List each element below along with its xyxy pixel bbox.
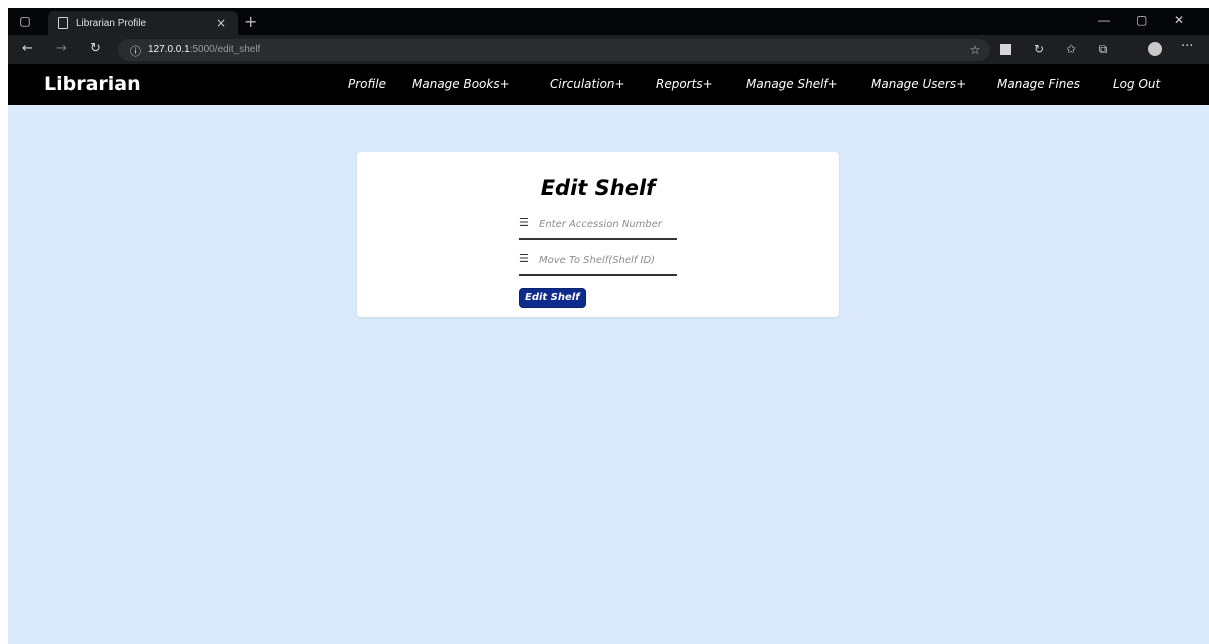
favorite-star-icon[interactable]: ☆ <box>968 43 982 57</box>
nav-item-profile[interactable]: Profile <box>348 77 386 91</box>
nav-item-manage-books[interactable]: Manage Books+ <box>412 77 510 91</box>
shelf-id-input[interactable] <box>539 251 675 269</box>
site-info-icon[interactable]: ⓘ <box>130 43 141 59</box>
reload-button[interactable]: ↻ <box>90 42 101 56</box>
back-button[interactable]: ← <box>22 42 33 56</box>
browser-tab[interactable]: Librarian Profile × <box>48 11 238 35</box>
address-bar: ← → ↻ ⓘ 127.0.0.1:5000/edit_shelf ☆ ↻ ✩ … <box>8 35 1209 64</box>
site-navbar: Librarian Profile Manage Books+ Circulat… <box>8 64 1209 105</box>
nav-item-circulation[interactable]: Circulation+ <box>550 77 625 91</box>
accession-number-input[interactable] <box>539 215 675 233</box>
forward-button[interactable]: → <box>56 42 67 56</box>
accession-number-field: ☰ <box>519 214 677 240</box>
form-title: Edit Shelf <box>540 176 656 200</box>
more-menu-icon[interactable]: ··· <box>1181 40 1193 54</box>
page-icon <box>58 17 68 29</box>
close-window-button[interactable]: ✕ <box>1174 13 1184 27</box>
url-text: 127.0.0.1:5000/edit_shelf <box>148 44 260 55</box>
list-icon: ☰ <box>519 216 529 229</box>
workspaces-icon[interactable]: ▢ <box>18 14 32 28</box>
tab-title: Librarian Profile <box>76 17 147 29</box>
nav-item-reports[interactable]: Reports+ <box>656 77 713 91</box>
collections-icon[interactable]: ⧉ <box>1096 42 1110 56</box>
edit-shelf-button[interactable]: Edit Shelf <box>519 288 586 308</box>
url-path: :5000/edit_shelf <box>189 44 261 55</box>
refresh-extension-icon[interactable]: ↻ <box>1032 42 1046 56</box>
tab-close-icon[interactable]: × <box>216 16 226 30</box>
nav-item-manage-users[interactable]: Manage Users+ <box>871 77 966 91</box>
minimize-button[interactable]: — <box>1098 13 1110 27</box>
brand-logo[interactable]: Librarian <box>44 73 141 95</box>
tab-bar: ▢ Librarian Profile × + — ▢ ✕ <box>8 8 1209 35</box>
extension-icon[interactable] <box>1000 44 1011 55</box>
url-field[interactable]: ⓘ 127.0.0.1:5000/edit_shelf ☆ <box>118 39 990 61</box>
browser-window: ▢ Librarian Profile × + — ▢ ✕ ← → ↻ ⓘ 12… <box>8 8 1209 644</box>
nav-item-manage-shelf[interactable]: Manage Shelf+ <box>746 77 838 91</box>
list-icon: ☰ <box>519 252 529 265</box>
url-host: 127.0.0.1 <box>148 44 190 55</box>
profile-avatar-icon[interactable] <box>1148 42 1162 56</box>
maximize-button[interactable]: ▢ <box>1136 13 1147 27</box>
nav-item-log-out[interactable]: Log Out <box>1113 77 1160 91</box>
edit-shelf-card: Edit Shelf ☰ ☰ Edit Shelf <box>357 152 839 317</box>
favorites-icon[interactable]: ✩ <box>1064 42 1078 56</box>
shelf-id-field: ☰ <box>519 250 677 276</box>
new-tab-button[interactable]: + <box>244 12 257 31</box>
nav-item-manage-fines[interactable]: Manage Fines <box>997 77 1080 91</box>
